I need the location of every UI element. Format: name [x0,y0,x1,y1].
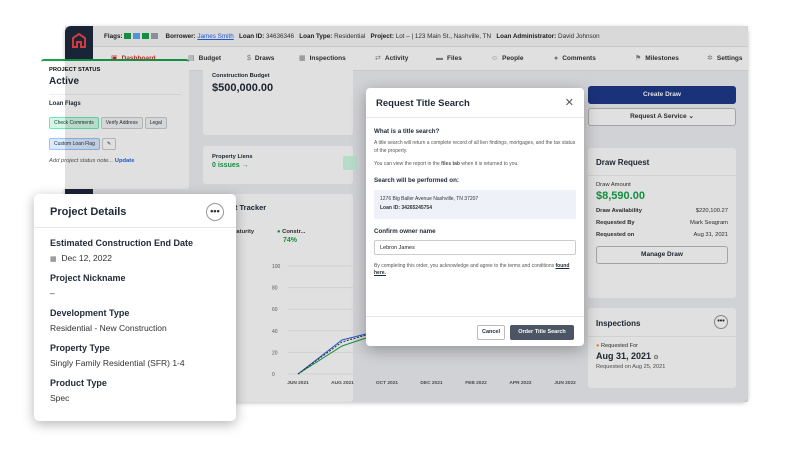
title-search-description: A title search will return a complete re… [374,140,576,154]
field-value: – [50,288,55,298]
more-icon[interactable]: ••• [206,203,224,221]
files-tab-link[interactable]: files tab [441,161,460,167]
close-icon[interactable]: ✕ [565,96,574,109]
property-address: 1276 Big Baller Avenue Nashville, TN 372… [380,196,479,202]
confirm-owner-heading: Confirm owner name [374,228,436,235]
field-label: Property Type [50,343,110,353]
property-address-box: 1276 Big Baller Avenue Nashville, TN 372… [374,190,576,219]
order-title-search-button[interactable]: Order Title Search [510,325,574,340]
calendar-icon: ▦ [50,256,57,263]
what-is-title-search-heading: What is a title search? [374,128,440,135]
field-value: Spec [50,393,70,403]
field-value: Residential - New Construction [50,323,167,333]
field-label: Estimated Construction End Date [50,238,194,248]
modal-footer: Cancel Order Title Search [366,316,584,346]
files-note-text: You can view the report in the [374,161,440,167]
modal-loan-id: Loan ID: 34265245754 [380,205,432,211]
field-value: Dec 12, 2022 [61,253,112,263]
field-value: Singly Family Residential (SFR) 1-4 [50,358,185,368]
request-title-search-modal: Request Title Search ✕ What is a title se… [366,88,584,346]
project-details-card: Project Details ••• Estimated Constructio… [34,194,236,421]
search-performed-on-heading: Search will be performed on: [374,177,459,184]
owner-name-input[interactable] [374,240,576,255]
terms-text: By completing this order, you acknowledg… [374,263,555,269]
modal-title: Request Title Search [376,98,470,109]
field-label: Project Nickname [50,273,126,283]
files-note-text-end: when it is returned to you. [461,161,519,167]
field-label: Product Type [50,378,107,388]
project-details-title: Project Details [50,206,127,218]
field-label: Development Type [50,308,130,318]
cancel-button[interactable]: Cancel [477,325,505,340]
